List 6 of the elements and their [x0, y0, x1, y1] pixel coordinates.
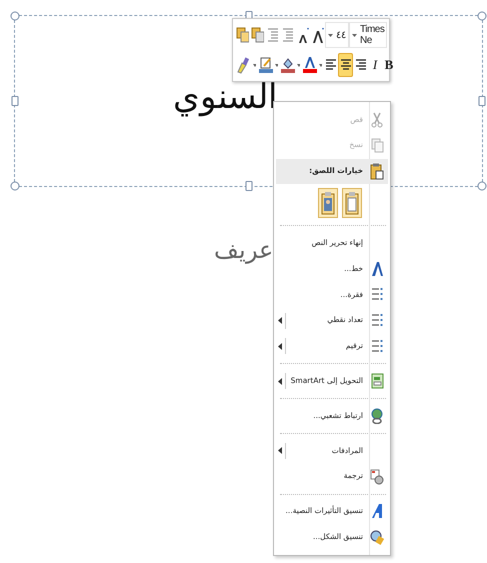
font-size-field[interactable]: ٤٤: [325, 22, 349, 48]
slide-subtitle: عريف: [214, 236, 273, 264]
italic-button[interactable]: I: [368, 53, 382, 77]
slide-title: السنوي: [173, 76, 277, 116]
bold-button[interactable]: B: [382, 53, 396, 77]
font-name-field[interactable]: Times Ne: [349, 22, 388, 48]
